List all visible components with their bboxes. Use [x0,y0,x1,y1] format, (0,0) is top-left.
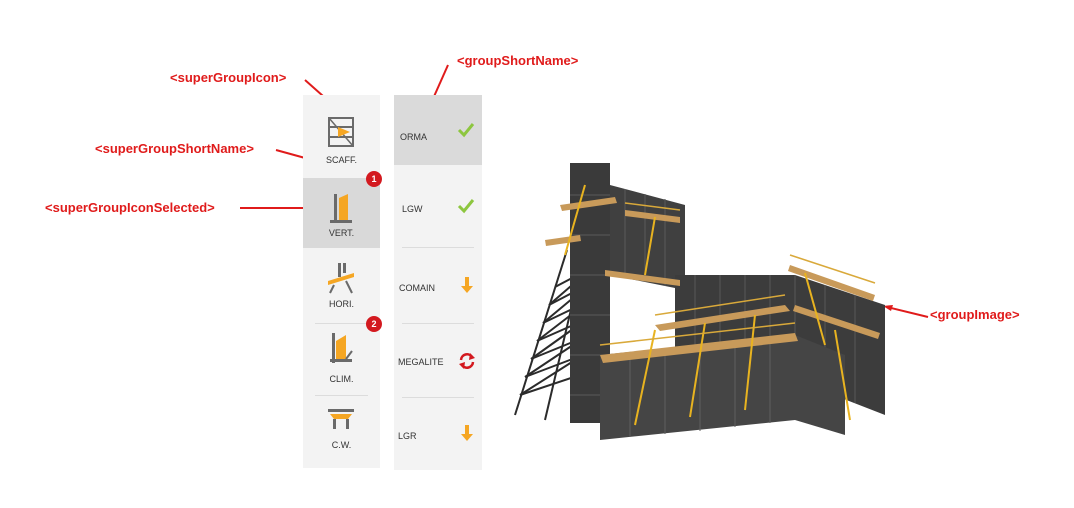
group-label: LGW [402,204,423,214]
group-item-lgw[interactable]: LGW [394,173,482,243]
divider [315,323,368,324]
horizontal-formwork-icon [328,263,354,294]
group-label: ORMA [400,132,427,142]
divider [402,247,474,248]
divider [315,395,368,396]
arrow-down-icon [461,277,473,293]
scaffold-icon [328,117,354,147]
super-group-label: SCAFF. [325,155,357,165]
super-group-scaffold[interactable]: SCAFF. [303,95,380,173]
notification-badge: 1 [366,171,382,187]
super-group-horizontal[interactable]: HORI. [303,255,380,325]
group-image [514,163,885,440]
check-icon [457,123,475,138]
group-label: COMAIN [399,283,435,293]
check-icon [457,199,475,214]
super-group-panel: SCAFF. VERT. HORI. CLIM. C.W. [303,95,380,468]
super-group-label: CLIM. [329,374,354,384]
group-label: LGR [398,431,417,441]
climbing-formwork-icon [330,333,353,363]
super-group-vertical[interactable]: VERT. [303,178,380,248]
vertical-formwork-icon [330,194,352,223]
divider [402,397,474,398]
arrow-down-icon [461,425,473,441]
group-item-megalite[interactable]: MEGALITE [394,325,482,395]
super-group-label: HORI. [328,299,354,309]
group-item-comain[interactable]: COMAIN [394,250,482,320]
cantilever-walkway-icon [328,409,354,429]
refresh-icon [459,353,475,369]
group-panel: ORMA LGW COMAIN MEGALITE LGR [394,95,482,470]
group-item-orma[interactable]: ORMA [394,95,482,165]
group-item-lgr[interactable]: LGR [394,400,482,470]
super-group-climbing[interactable]: CLIM. [303,327,380,397]
divider [402,323,474,324]
super-group-label: VERT. [328,228,355,238]
group-label: MEGALITE [398,357,444,367]
super-group-label: C.W. [331,440,352,450]
notification-badge: 2 [366,316,382,332]
super-group-walkway[interactable]: C.W. [303,397,380,467]
